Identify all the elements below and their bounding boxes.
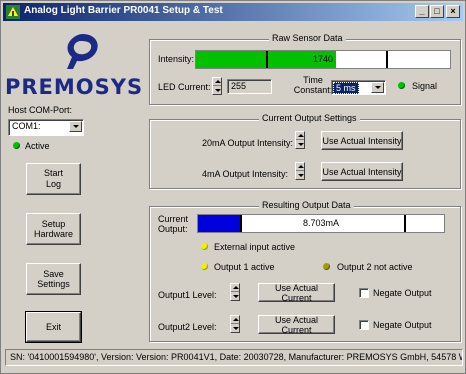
current-output-settings-title: Current Output Settings	[259, 113, 360, 123]
led-current-label: LED Current:	[158, 82, 211, 92]
intensity-value: 1740	[312, 54, 334, 64]
spin-down-icon[interactable]	[233, 295, 239, 298]
use-actual-intensity-20ma-button[interactable]: Use Actual Intensity	[321, 131, 403, 150]
out20-label: 20mA Output Intensity:	[202, 138, 294, 148]
use-actual-intensity-20ma-label: Use Actual Intensity	[322, 135, 402, 146]
out20-spinner[interactable]	[295, 131, 305, 149]
app-icon	[6, 5, 20, 19]
chevron-down-icon[interactable]	[69, 121, 82, 132]
output2-use-actual-current-button[interactable]: Use Actual Current	[258, 314, 335, 335]
output2-negate-label: Negate Output	[373, 320, 432, 330]
setup-hardware-label: Setup Hardware	[33, 219, 73, 239]
signal-label: Signal	[412, 81, 438, 91]
window-title: Analog Light Barrier PR0041 Setup & Test	[24, 5, 223, 16]
save-settings-button[interactable]: Save Settings	[26, 263, 81, 295]
exit-label: Exit	[45, 322, 61, 332]
output1-status-label: Output 1 active	[214, 262, 275, 272]
start-log-label: Start Log	[43, 168, 63, 189]
output1-use-actual-current-label: Use Actual Current	[274, 282, 319, 303]
save-settings-label: Save Settings	[37, 269, 70, 289]
output2-use-actual-current-label: Use Actual Current	[274, 314, 319, 335]
spin-up-icon[interactable]	[298, 165, 304, 168]
out4-label: 4mA Output Intensity:	[202, 169, 289, 179]
status-bar: SN: '0410001594980', Version: Version: P…	[5, 349, 463, 366]
led-current-field: 255	[227, 79, 272, 94]
output1-level-spinner[interactable]	[230, 283, 240, 301]
output1-level-label: Output1 Level:	[158, 290, 217, 300]
time-constant-value: 5 ms	[333, 82, 359, 94]
out4-spinner[interactable]	[295, 162, 305, 180]
output2-status-label: Output 2 not active	[337, 262, 413, 272]
signal-led-icon	[398, 82, 405, 89]
app-window: Analog Light Barrier PR0041 Setup & Test…	[0, 0, 466, 374]
spin-down-icon[interactable]	[215, 89, 221, 92]
spin-down-icon[interactable]	[298, 174, 304, 177]
output1-negate-checkbox[interactable]	[359, 288, 369, 298]
current-output-bar: 8.703mA	[197, 214, 445, 233]
premosys-logo-text: PREMOSYS	[5, 75, 144, 99]
raw-sensor-data-group	[149, 39, 461, 105]
com-port-value: COM1:	[12, 121, 41, 131]
external-input-led-icon	[201, 243, 208, 250]
led-current-spinner[interactable]	[212, 77, 222, 95]
minimize-button[interactable]: _	[415, 5, 429, 18]
output2-level-spinner[interactable]	[230, 315, 240, 333]
chevron-down-icon[interactable]	[371, 82, 384, 93]
raw-sensor-data-title: Raw Sensor Data	[269, 33, 346, 43]
current-output-settings-group	[149, 119, 461, 189]
spin-down-icon[interactable]	[233, 327, 239, 330]
use-actual-intensity-4ma-label: Use Actual Intensity	[322, 166, 402, 177]
exit-button[interactable]: Exit	[25, 311, 82, 343]
output1-negate-label: Negate Output	[373, 288, 432, 298]
close-button[interactable]: ×	[446, 5, 460, 18]
intensity-label: Intensity:	[158, 54, 195, 64]
use-actual-intensity-4ma-button[interactable]: Use Actual Intensity	[321, 162, 403, 181]
status-text: SN: '0410001594980', Version: Version: P…	[10, 352, 463, 362]
spin-down-icon[interactable]	[298, 143, 304, 146]
intensity-bar: 1740	[195, 50, 451, 69]
com-port-label: Host COM-Port:	[8, 105, 73, 115]
spin-up-icon[interactable]	[233, 286, 239, 289]
output2-level-label: Output2 Level:	[158, 322, 217, 332]
active-led-icon	[13, 142, 20, 149]
output2-led-icon	[323, 263, 330, 270]
premosys-logo-icon	[67, 34, 98, 69]
current-output-label: Current Output:	[158, 214, 189, 234]
com-port-select[interactable]: COM1:	[8, 119, 84, 136]
output1-led-icon	[201, 263, 208, 270]
setup-hardware-button[interactable]: Setup Hardware	[26, 213, 81, 245]
start-log-button[interactable]: Start Log	[26, 163, 81, 195]
current-output-value: 8.703mA	[302, 218, 340, 228]
title-bar[interactable]: Analog Light Barrier PR0041 Setup & Test…	[3, 3, 463, 21]
resulting-output-data-title: Resulting Output Data	[259, 200, 354, 210]
spin-up-icon[interactable]	[233, 318, 239, 321]
time-constant-select[interactable]: 5 ms	[331, 80, 386, 95]
maximize-button[interactable]: □	[430, 5, 444, 18]
spin-up-icon[interactable]	[298, 134, 304, 137]
output1-use-actual-current-button[interactable]: Use Actual Current	[258, 282, 335, 303]
time-constant-label: Time Constant:	[293, 75, 333, 95]
output2-negate-checkbox[interactable]	[359, 320, 369, 330]
spin-up-icon[interactable]	[215, 80, 221, 83]
active-label: Active	[25, 141, 50, 151]
external-input-label: External input active	[214, 242, 296, 252]
